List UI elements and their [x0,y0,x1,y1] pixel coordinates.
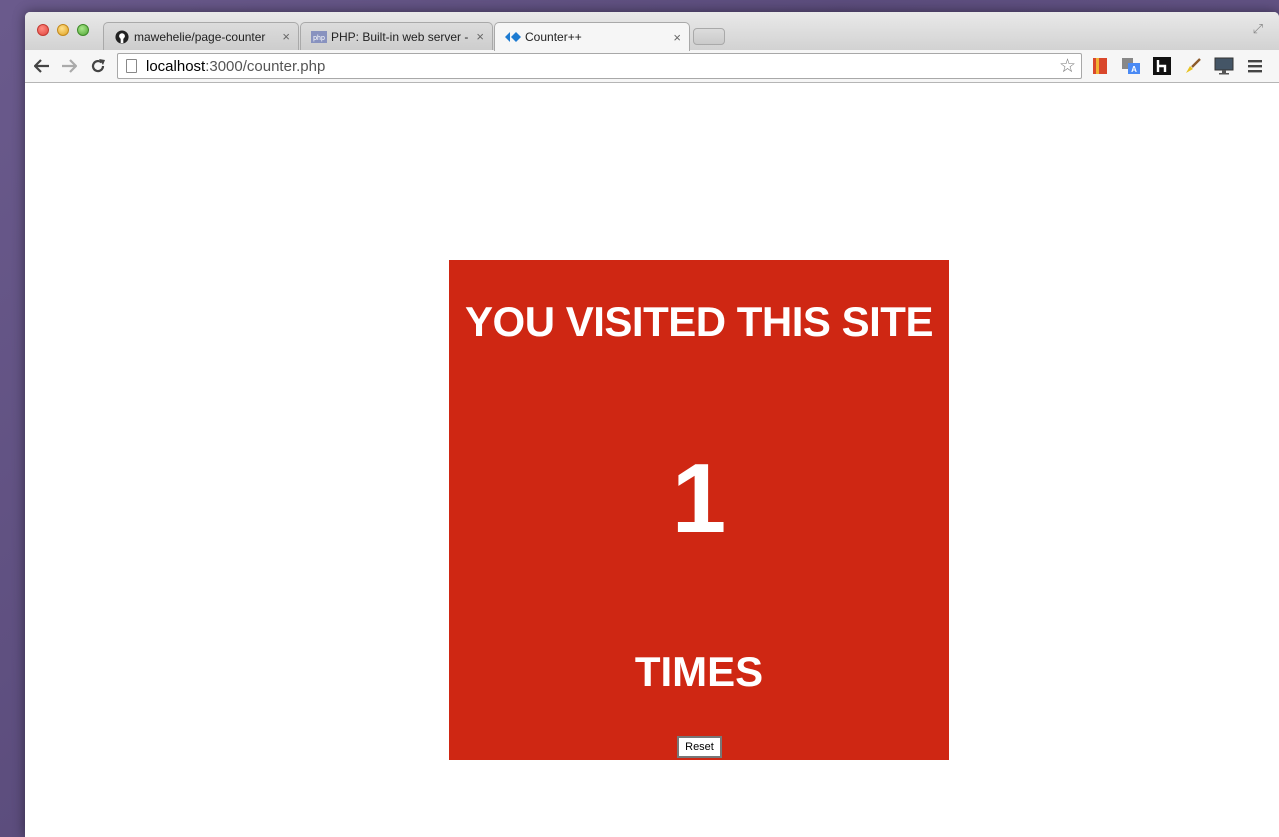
tab-php[interactable]: php PHP: Built-in web server - × [300,22,493,50]
svg-text:php: php [313,35,325,42]
counter-icon [505,29,521,45]
close-window-button[interactable] [37,24,49,36]
php-icon: php [311,29,327,45]
github-icon [114,29,130,45]
new-tab-button[interactable] [693,28,725,45]
reload-button[interactable] [87,54,109,78]
tab-github[interactable]: mawehelie/page-counter × [103,22,299,50]
visited-heading: YOU VISITED THIS SITE [465,298,933,345]
tab-title: mawehelie/page-counter [134,29,266,44]
browser-window: mawehelie/page-counter × php PHP: Built-… [25,12,1279,837]
tab-close-icon[interactable]: × [673,30,681,45]
svg-text:A: A [1131,65,1137,74]
bookmark-star-icon[interactable]: ☆ [1059,55,1076,78]
url-host: localhost [146,57,206,75]
reset-button[interactable]: Reset [677,736,722,758]
screen-icon[interactable] [1214,56,1234,76]
fullscreen-icon[interactable]: ⤢ [1253,21,1263,37]
times-label: TIMES [634,648,764,695]
tab-counter[interactable]: Counter++ × [494,22,690,51]
page-content: YOU VISITED THIS SITE 1 TIMES Reset [25,83,1279,837]
translate-icon[interactable]: A [1121,56,1141,76]
brush-icon[interactable] [1183,56,1203,76]
bookmark-extension-icon[interactable] [1090,56,1110,76]
menu-icon[interactable] [1245,56,1265,76]
tab-title: Counter++ [525,30,582,44]
maximize-window-button[interactable] [77,24,89,36]
address-bar[interactable]: localhost:3000/counter.php ☆ [117,53,1082,79]
back-button[interactable] [31,54,53,78]
forward-button[interactable] [58,54,80,78]
counter-box: YOU VISITED THIS SITE 1 TIMES Reset [449,260,949,760]
minimize-window-button[interactable] [57,24,69,36]
tab-close-icon[interactable]: × [476,29,484,44]
title-bar: mawehelie/page-counter × php PHP: Built-… [25,12,1279,51]
page-icon [126,59,137,73]
tab-title: PHP: Built-in web server - [331,29,469,44]
browser-toolbar: localhost:3000/counter.php ☆ A [25,50,1279,83]
visit-count: 1 [671,443,727,553]
url-path: :3000/counter.php [205,57,326,75]
h-extension-icon[interactable] [1152,56,1172,76]
tab-close-icon[interactable]: × [282,29,290,44]
